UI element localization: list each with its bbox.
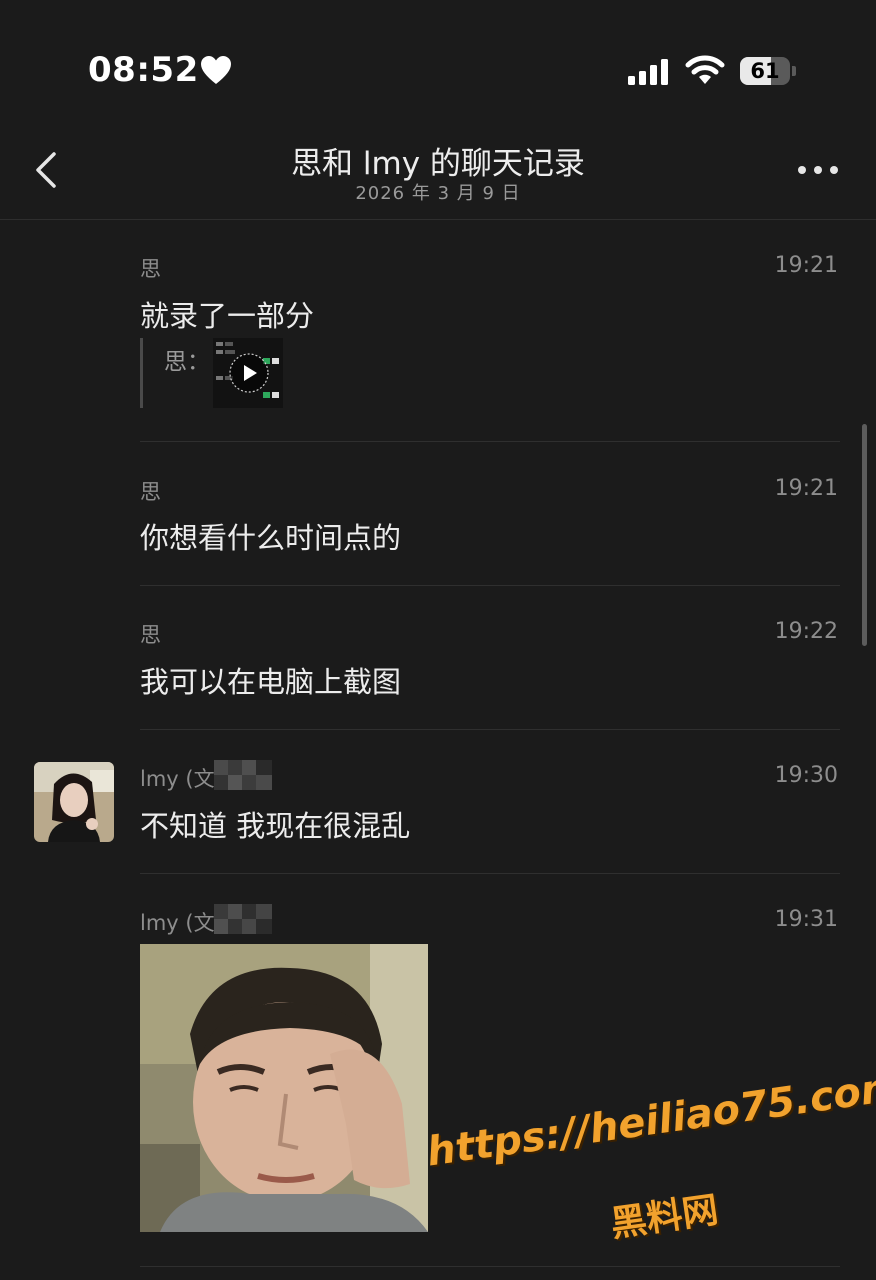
video-thumbnail[interactable]: [213, 338, 283, 408]
scrollbar[interactable]: [862, 424, 867, 646]
battery-indicator: 61: [740, 57, 798, 87]
cellular-signal-icon: [628, 59, 668, 85]
message-time: 19:21: [774, 476, 838, 501]
avatar[interactable]: [34, 762, 114, 842]
message-text: 不知道 我现在很混乱: [140, 809, 411, 843]
page-date: 2026 年 3 月 9 日: [355, 183, 521, 204]
chat-history-header: 思和 lmy 的聊天记录 2026 年 3 月 9 日: [0, 130, 876, 220]
message-text: 我可以在电脑上截图: [140, 665, 402, 699]
message-text: 你想看什么时间点的: [140, 521, 402, 555]
heart-icon: [201, 56, 231, 84]
more-options-icon[interactable]: [796, 162, 840, 178]
watermark-url: https://heiliao75.com: [424, 1063, 876, 1176]
message-text: 就录了一部分: [140, 299, 315, 333]
wifi-icon: [685, 55, 725, 84]
image-message[interactable]: [140, 944, 428, 1232]
quote-sender: 思：: [164, 349, 210, 375]
message-sender: 思: [140, 257, 161, 281]
page-title: 思和 lmy 的聊天记录: [291, 146, 585, 182]
redacted-mosaic: [214, 760, 272, 790]
watermark: https://heiliao75.com 黑料网: [424, 1063, 876, 1250]
message-sender: lmy (文: [140, 767, 215, 791]
watermark-name: 黑料网: [608, 1189, 721, 1246]
message-sender: 思: [140, 623, 161, 647]
message-time: 19:30: [774, 763, 838, 788]
status-time: 08:52: [88, 50, 199, 90]
message-time: 19:31: [774, 907, 838, 932]
message-time: 19:22: [774, 619, 838, 644]
battery-percent: 61: [750, 59, 780, 83]
message-time: 19:21: [774, 253, 838, 278]
status-bar: 08:52 61: [0, 0, 876, 130]
redacted-mosaic: [214, 904, 272, 934]
message-sender: 思: [140, 480, 161, 504]
message-sender: lmy (文: [140, 911, 215, 935]
quoted-video[interactable]: 思：: [140, 338, 290, 410]
